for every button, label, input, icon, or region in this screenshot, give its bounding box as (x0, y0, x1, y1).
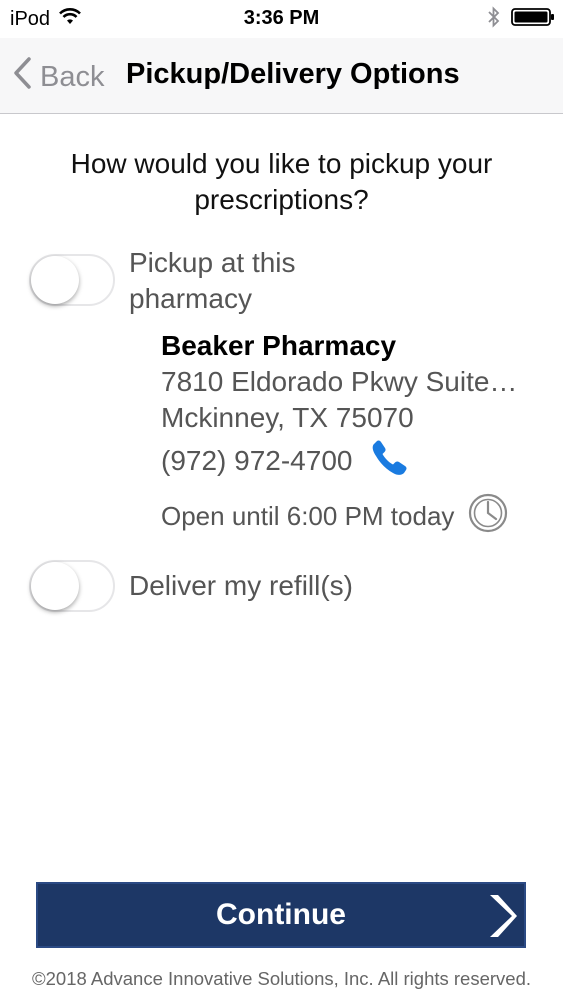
pickup-toggle[interactable] (29, 254, 115, 306)
bluetooth-icon (487, 6, 501, 34)
back-button[interactable]: Back (12, 56, 104, 98)
pickup-option-label: Pickup at this pharmacy (129, 247, 296, 314)
pharmacy-details: Beaker Pharmacy 7810 Eldorado Pkwy Suite… (161, 328, 517, 540)
toggle-knob (31, 256, 79, 304)
pharmacy-phone[interactable]: (972) 972-4700 (161, 443, 352, 479)
deliver-toggle[interactable] (29, 560, 115, 612)
phone-icon[interactable] (368, 438, 410, 483)
status-bar: iPod 3:36 PM (0, 0, 563, 38)
deliver-option-label: Deliver my refill(s) (129, 570, 353, 601)
status-time: 3:36 PM (243, 7, 320, 29)
page-title: Pickup/Delivery Options (126, 58, 460, 90)
chevron-right-icon (484, 892, 518, 948)
continue-button[interactable]: Continue (36, 882, 526, 948)
clock-icon[interactable] (468, 493, 508, 540)
pharmacy-name: Beaker Pharmacy (161, 330, 397, 361)
navigation-bar: Back Pickup/Delivery Options (0, 38, 563, 114)
toggle-knob (31, 562, 79, 610)
chevron-left-icon (12, 56, 32, 98)
phone-row: (972) 972-4700 (161, 438, 517, 483)
pharmacy-hours: Open until 6:00 PM today (161, 501, 455, 531)
pharmacy-address-line2: Mckinney, TX 75070 (161, 402, 414, 433)
question-text: How would you like to pickup your prescr… (70, 148, 493, 215)
hours-row: Open until 6:00 PM today (161, 493, 517, 540)
continue-label: Continue (216, 898, 346, 931)
pickup-question: How would you like to pickup your prescr… (0, 146, 563, 218)
back-label: Back (40, 60, 105, 93)
copyright-footer: ©2018 Advance Innovative Solutions, Inc.… (31, 968, 532, 989)
pharmacy-address-line1: 7810 Eldorado Pkwy Suite… (161, 366, 518, 397)
status-right (487, 6, 555, 34)
battery-icon (511, 7, 555, 33)
